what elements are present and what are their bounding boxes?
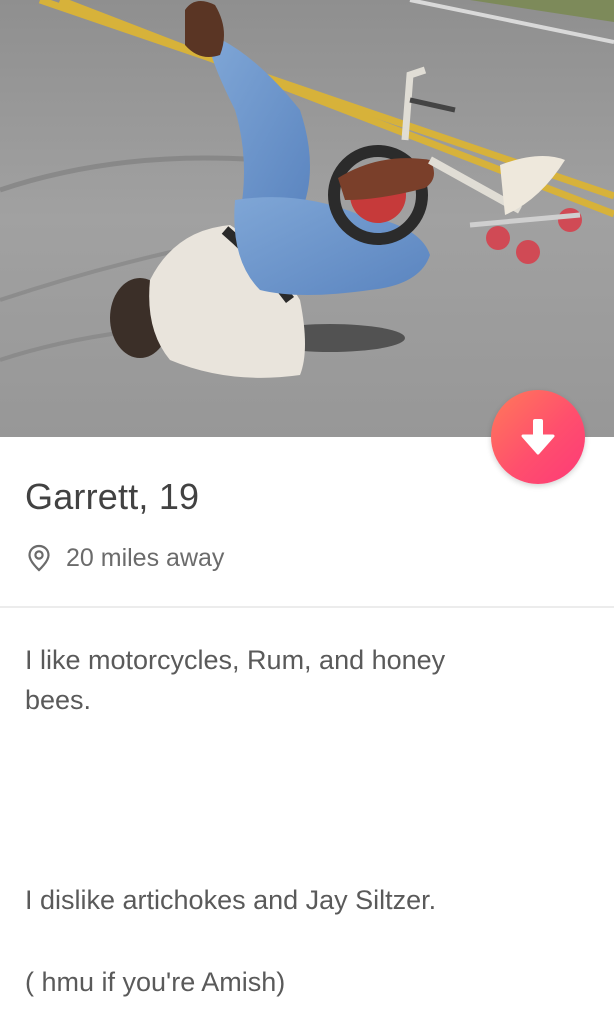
- profile-photo-illustration: [0, 0, 614, 437]
- collapse-profile-button[interactable]: [491, 390, 585, 484]
- profile-photo[interactable]: [0, 0, 614, 437]
- bio-line: bees.: [25, 685, 92, 715]
- distance-row: 20 miles away: [27, 541, 224, 575]
- location-pin-icon: [27, 544, 51, 572]
- bio-line: I like motorcycles, Rum, and honey: [25, 645, 446, 675]
- arrow-down-icon: [521, 419, 555, 455]
- bio-line: ( hmu if you're Amish): [25, 967, 286, 997]
- profile-name-age: Garrett, 19: [25, 476, 200, 517]
- section-divider: [0, 606, 614, 608]
- bio-line: I dislike artichokes and Jay Siltzer.: [25, 885, 437, 915]
- distance-text: 20 miles away: [66, 543, 225, 572]
